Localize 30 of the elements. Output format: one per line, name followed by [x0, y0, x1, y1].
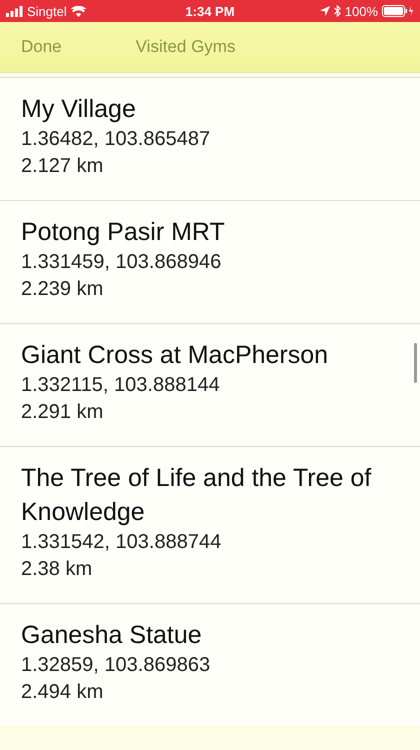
battery-charging-icon	[382, 5, 414, 17]
gym-row[interactable]: Potong Pasir MRT 1.331459, 103.868946 2.239 km	[0, 200, 420, 323]
gym-coordinates: 1.32859, 103.869863	[21, 653, 210, 678]
battery-percentage: 100%	[344, 4, 378, 18]
wifi-icon	[70, 6, 86, 16]
gym-row[interactable]: The Tree of Life and the Tree of Knowledge 1.331542, 103.888744 2.38 km	[0, 446, 420, 603]
gym-coordinates: 1.36482, 103.865487	[21, 127, 210, 152]
scroll-indicator	[414, 343, 417, 383]
gym-coordinates: 1.331542, 103.888744	[21, 530, 222, 555]
bluetooth-icon	[334, 5, 341, 17]
signal-icon	[6, 6, 23, 16]
screen-title: Visited Gyms	[136, 37, 236, 57]
gym-distance: 2.38 km	[21, 557, 92, 582]
gym-name: Giant Cross at MacPherson	[21, 340, 328, 371]
location-arrow-icon	[320, 6, 330, 16]
gym-coordinates: 1.331459, 103.868946	[21, 250, 222, 275]
gym-distance: 2.291 km	[21, 400, 104, 425]
gym-name: My Village	[21, 94, 136, 125]
gym-row[interactable]: Ganesha Statue 1.32859, 103.869863 2.494 km	[0, 603, 420, 726]
gym-name: Ganesha Statue	[21, 620, 202, 651]
gym-distance: 2.239 km	[21, 277, 104, 302]
gym-row[interactable]: Giant Cross at MacPherson 1.332115, 103.888144 2.291 km	[0, 323, 420, 446]
status-time: 1:34 PM	[185, 4, 235, 18]
gym-coordinates: 1.332115, 103.888144	[21, 373, 220, 398]
gym-row[interactable]: My Village 1.36482, 103.865487 2.127 km	[0, 77, 420, 200]
gym-name: The Tree of Life and the Tree of Knowledge	[21, 463, 372, 528]
carrier-name: Singtel	[27, 4, 67, 18]
gym-name: Potong Pasir MRT	[21, 217, 225, 248]
gym-distance: 2.494 km	[21, 680, 104, 705]
gym-distance: 2.127 km	[21, 154, 104, 179]
